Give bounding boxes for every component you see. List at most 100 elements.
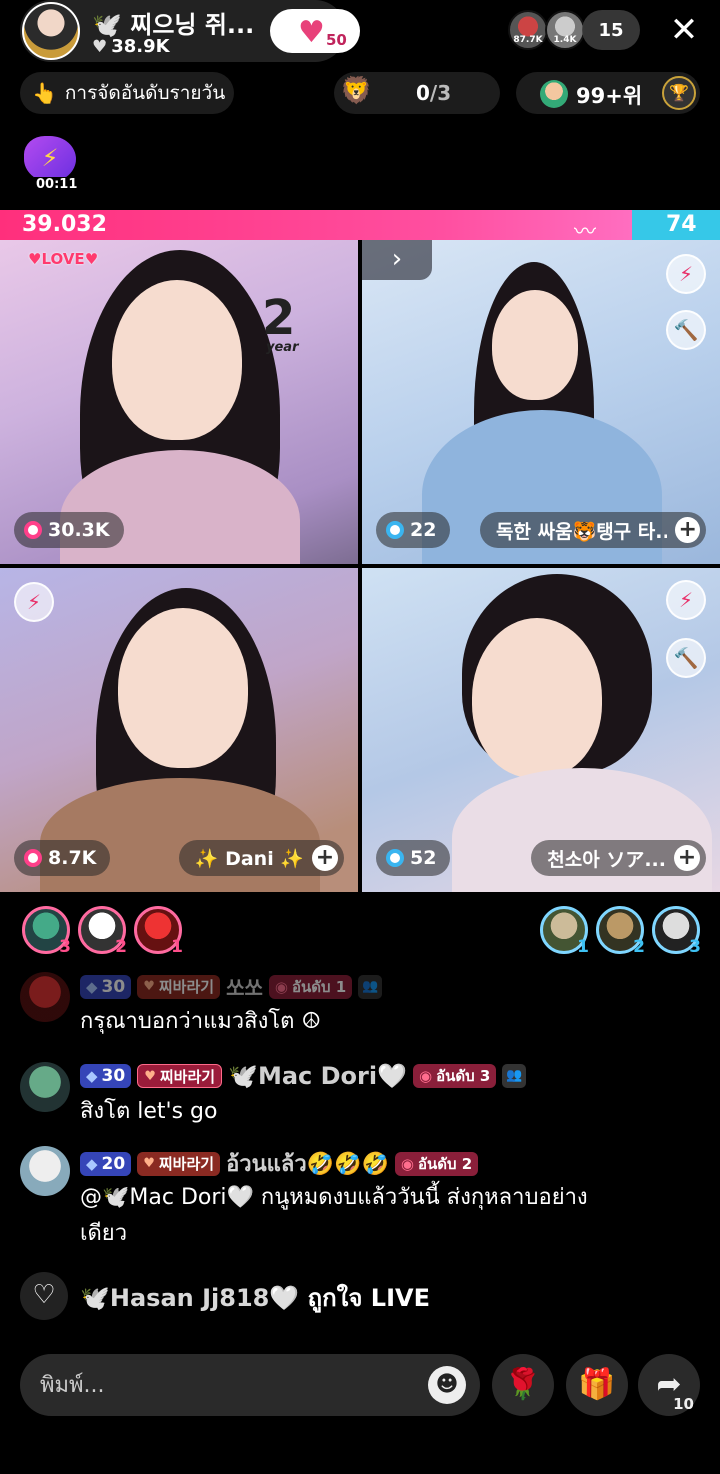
like-action: ถูกใจ LIVE <box>307 1284 430 1312</box>
level-badge: ◆ 30 <box>80 974 132 999</box>
streamer-face <box>492 290 578 400</box>
lightning-icon: ⚡ <box>24 136 76 182</box>
like-username[interactable]: 🕊️Hasan Jj818🤍 <box>80 1284 299 1312</box>
video-tile-4[interactable]: ⚡ 🔨 52 천소아 ソア... + <box>362 568 720 892</box>
comment-input-pill[interactable]: ☻ <box>20 1354 480 1416</box>
daily-rank-button[interactable]: 👆 การจัดอันดับรายวัน <box>20 72 234 114</box>
emoji-icon[interactable]: ☻ <box>428 1366 466 1404</box>
video-tile-2[interactable]: ⚡ 🔨 22 독한 싸움🐯탱구 타... + <box>362 240 720 564</box>
chat-text-line: เดียว <box>80 1221 128 1246</box>
ring-icon <box>386 521 404 539</box>
chat-meta: ◆ 30 ♥ 찌바라기 🕊️Mac Dori🤍 ◉ อันดับ 3 👥 <box>80 1062 527 1090</box>
chat-text: @🕊️Mac Dori🤍 กนูหมดงบแล้ววันนี้ ส่งกุหลา… <box>80 1180 588 1252</box>
chat-message: ◆ 30 ♥ 찌바라기 🕊️Mac Dori🤍 ◉ อันดับ 3 👥 สิงโต … <box>20 1062 700 1132</box>
video-tile-3[interactable]: ⚡ 8.7K ✨ Dani ✨ + <box>0 568 358 892</box>
like-notification: ♡ 🕊️Hasan Jj818🤍 ถูกใจ LIVE <box>20 1272 700 1320</box>
gift-icon: 🎁 <box>578 1367 616 1402</box>
level-badge: ◆ 20 <box>80 1151 132 1176</box>
chat-avatar[interactable] <box>20 1062 70 1112</box>
boost-icon[interactable]: ⚡ <box>666 580 706 620</box>
ring-icon <box>24 521 42 539</box>
streamer-face <box>118 608 248 768</box>
streamer-face <box>472 618 602 778</box>
gifter-avatar[interactable]: 3 <box>22 906 71 957</box>
fan-club-badge: ♥ 찌바라기 <box>137 1151 221 1176</box>
tile-score: 8.7K <box>14 840 111 876</box>
comment-input[interactable] <box>40 1366 420 1404</box>
tile-streamer-name[interactable]: 천소아 ソア... + <box>531 840 706 876</box>
host-name: 🕊️ 찌으닝 쥐... <box>92 11 255 39</box>
daily-rank-label: การจัดอันดับรายวัน <box>64 82 226 104</box>
chat-text: สิงโต let's go <box>80 1099 218 1124</box>
battle-timer: 00:11 <box>34 177 80 192</box>
lion-icon: 🦁 <box>340 76 373 106</box>
gifter-avatar[interactable]: 2 <box>78 906 127 957</box>
host-profile-pill[interactable]: 🕊️ 찌으닝 쥐... ♥ 38.9K ♥ 50 <box>20 0 360 62</box>
tile-streamer-name[interactable]: 독한 싸움🐯탱구 타... + <box>480 512 706 548</box>
tile-streamer-name[interactable]: ✨ Dani ✨ + <box>178 840 344 876</box>
follow-button[interactable]: ♥ 50 <box>270 9 360 53</box>
plus-icon[interactable]: + <box>312 845 338 871</box>
heart-badge-icon: ♥ <box>298 15 325 50</box>
ring-icon <box>24 849 42 867</box>
gifter-avatar[interactable]: 3 <box>652 906 701 957</box>
ranking-position-button[interactable]: 99+위 🏆 <box>516 72 700 114</box>
share-button[interactable]: ➦ 10 <box>638 1354 700 1416</box>
host-avatar[interactable] <box>22 2 80 60</box>
chat-username[interactable]: 쏘쏘 <box>226 972 263 1001</box>
hammer-icon[interactable]: 🔨 <box>666 638 706 678</box>
streamer-face <box>112 280 242 440</box>
rose-gift-button[interactable]: 🌹 <box>492 1354 554 1416</box>
gifter-avatar[interactable]: 1 <box>134 906 183 957</box>
user-avatar <box>540 80 568 108</box>
battle-score-bar <box>0 210 720 240</box>
gift-button[interactable]: 🎁 <box>566 1354 628 1416</box>
level-badge: ◆ 30 <box>80 1064 132 1088</box>
chat-avatar[interactable] <box>20 972 70 1022</box>
tile-score: 52 <box>376 840 451 876</box>
share-count: 10 <box>673 1395 694 1413</box>
boost-icon[interactable]: ⚡ <box>14 582 54 622</box>
left-team-score: 39.032 <box>22 212 107 237</box>
chat-username[interactable]: 🕊️Mac Dori🤍 <box>228 1062 407 1090</box>
close-icon[interactable]: ✕ <box>666 12 702 48</box>
battle-timer-badge[interactable]: ⚡ 00:11 <box>20 136 82 194</box>
love-sticker: ♥LOVE♥ <box>28 250 99 268</box>
year-sticker-label: year <box>266 340 299 355</box>
trophy-icon: 🏆 <box>662 76 696 110</box>
plus-icon[interactable]: + <box>674 845 700 871</box>
chevron-right-icon[interactable]: › <box>362 240 432 280</box>
heart-icon: ♥ <box>92 36 108 57</box>
gifter-avatar[interactable]: 1 <box>540 906 589 957</box>
rank-badge: ◉ อันดับ 2 <box>394 1151 479 1176</box>
video-tile-1[interactable]: ♥LOVE♥ 2 year 30.3K <box>0 240 358 564</box>
hammer-icon[interactable]: 🔨 <box>666 310 706 350</box>
boost-icon[interactable]: ⚡ <box>666 254 706 294</box>
flame-icon: 👆 <box>32 81 57 105</box>
top-viewer-avatar[interactable]: 1.4K <box>545 10 585 50</box>
gifter-avatar[interactable]: 2 <box>596 906 645 957</box>
ranking-position: 99+위 <box>576 84 643 108</box>
chat-username[interactable]: อ้วนแล้ว🤣🤣🤣 <box>226 1146 389 1181</box>
chat-meta: ◆ 30 ♥ 찌바라기 쏘쏘 ◉ อันดับ 1 👥 <box>80 972 383 1001</box>
host-likes-count: 38.9K <box>111 36 170 57</box>
quest-progress-button[interactable]: 🦁 0/3 <box>334 72 500 114</box>
chat-meta: ◆ 20 ♥ 찌바라기 อ้วนแล้ว🤣🤣🤣 ◉ อันดับ 2 <box>80 1146 479 1181</box>
rose-icon: 🌹 <box>504 1367 542 1402</box>
viewer-count[interactable]: 15 <box>582 10 640 50</box>
chat-avatar[interactable] <box>20 1146 70 1196</box>
quest-progress: 0/3 <box>416 81 452 105</box>
top-viewer-avatar[interactable]: 87.7K <box>508 10 548 50</box>
top-viewer-score: 87.7K <box>513 35 543 45</box>
chat-text-line: @🕊️Mac Dori🤍 กนูหมดงบแล้ววันนี้ ส่งกุหลา… <box>80 1185 588 1210</box>
host-likes: ♥ 38.9K <box>92 36 170 57</box>
ring-icon <box>386 849 404 867</box>
year-sticker: 2 <box>262 290 296 346</box>
plus-icon[interactable]: + <box>675 517 700 543</box>
fan-club-badge: ♥ 찌바라기 <box>137 974 221 999</box>
rank-badge: ◉ อันดับ 3 <box>412 1064 497 1088</box>
chat-text: กรุณาบอกว่าแมวสิงโต ☮ <box>80 1009 322 1034</box>
heart-outline-icon[interactable]: ♡ <box>20 1272 68 1320</box>
people-icon: 👥 <box>358 974 383 999</box>
chat-message: ◆ 20 ♥ 찌바라기 อ้วนแล้ว🤣🤣🤣 ◉ อันดับ 2 @🕊️Mac D… <box>20 1146 700 1256</box>
